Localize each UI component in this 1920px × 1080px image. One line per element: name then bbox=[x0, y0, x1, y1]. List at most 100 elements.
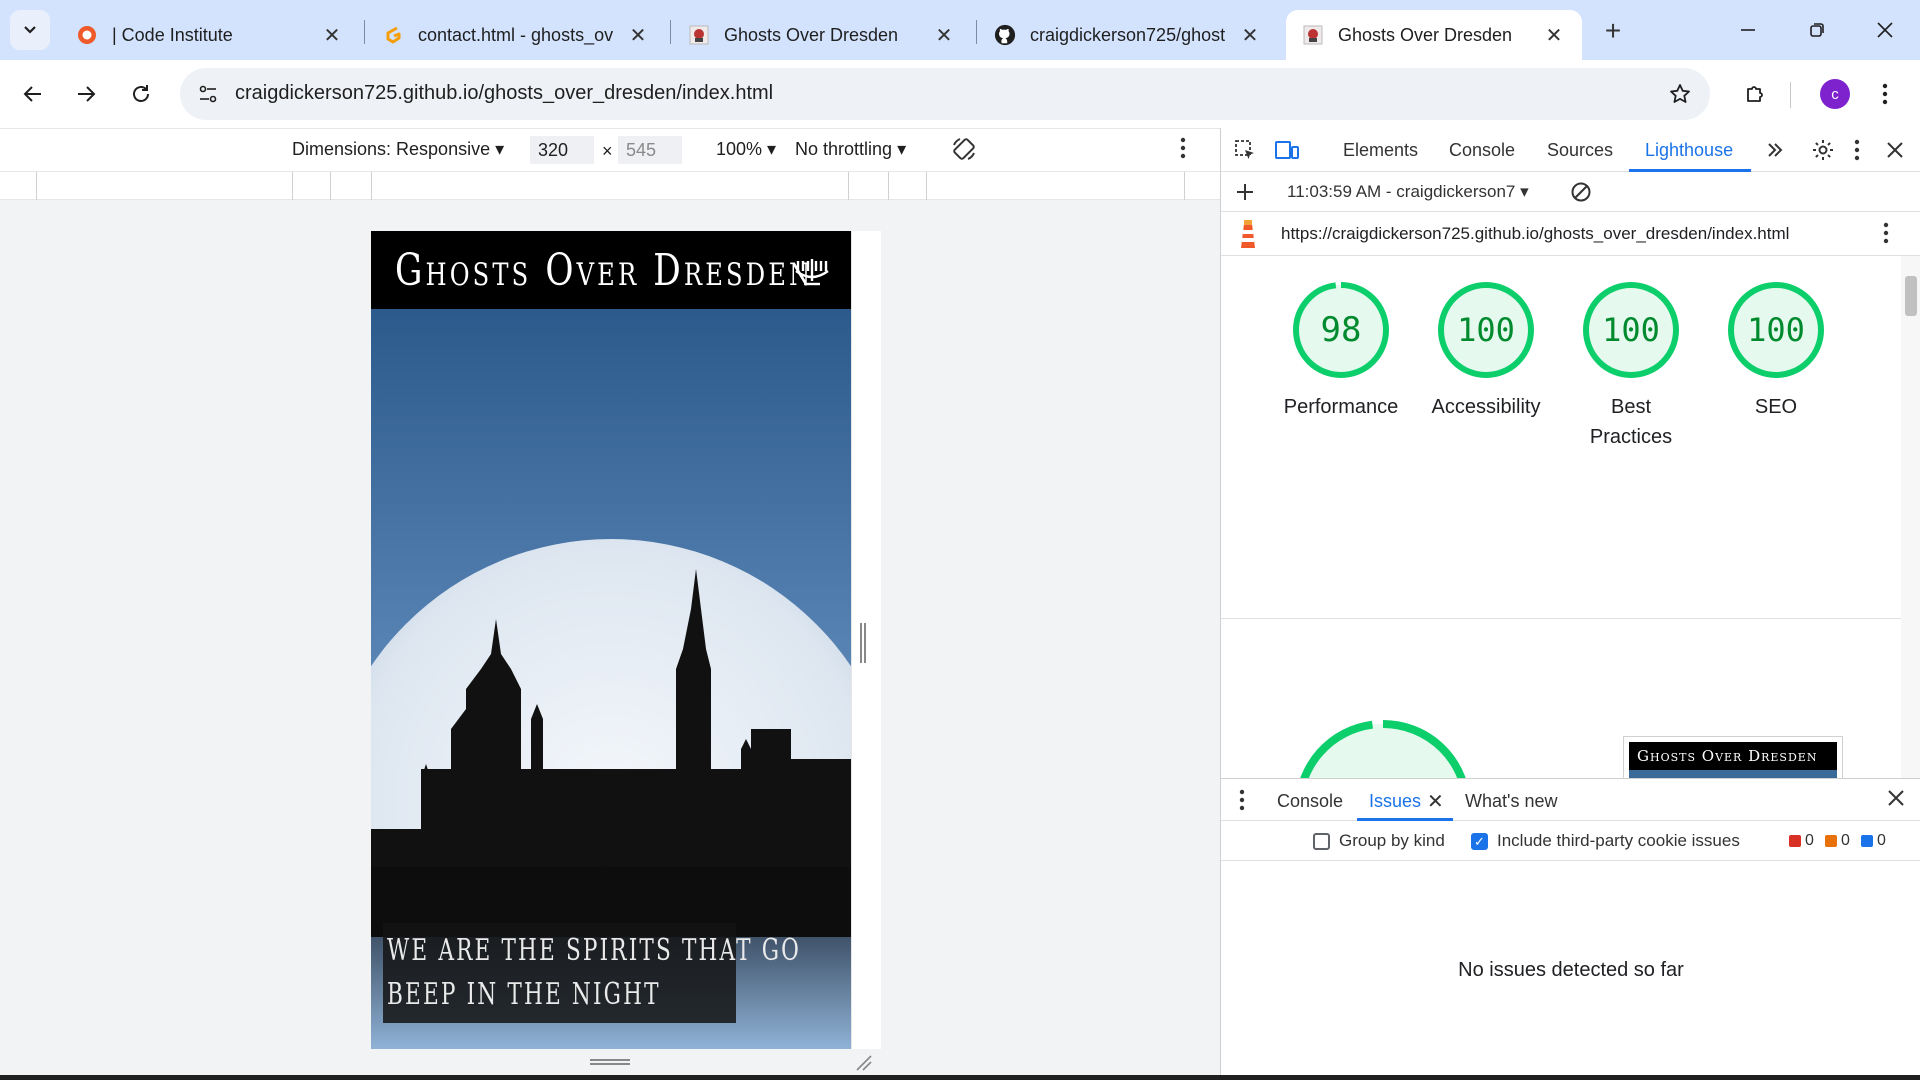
tab-label: craigdickerson725/ghost bbox=[1030, 24, 1226, 45]
score-accessibility: 100 bbox=[1457, 311, 1515, 349]
rotate-icon[interactable] bbox=[950, 135, 978, 168]
devtools-menu-icon[interactable] bbox=[1843, 136, 1871, 164]
clear-reports-icon[interactable] bbox=[1567, 178, 1595, 206]
dimensions-select[interactable]: Dimensions: Responsive ▾ bbox=[292, 139, 504, 160]
ruler-tick bbox=[330, 172, 331, 200]
tab-github-repo[interactable]: craigdickerson725/ghost ✕ bbox=[978, 10, 1278, 60]
restore-icon bbox=[1810, 23, 1824, 37]
group-by-kind-checkbox[interactable] bbox=[1313, 833, 1330, 850]
new-tab-button[interactable]: + bbox=[1596, 14, 1630, 48]
restore-button[interactable] bbox=[1792, 8, 1842, 52]
group-by-kind-label: Group by kind bbox=[1339, 831, 1445, 850]
report-url[interactable]: https://craigdickerson725.github.io/ghos… bbox=[1281, 224, 1789, 244]
gauge-performance[interactable]: 98 Performance bbox=[1271, 280, 1411, 422]
gauge-accessibility[interactable]: 100 Accessibility bbox=[1416, 280, 1556, 422]
report-time: 11:03:59 AM - craigdickerson7 bbox=[1287, 182, 1516, 201]
warning-count[interactable]: 0 bbox=[1825, 832, 1850, 850]
issues-options: Group by kind ✓ Include third-party cook… bbox=[1221, 821, 1920, 861]
new-report-icon[interactable] bbox=[1231, 178, 1259, 206]
width-input[interactable]: 320 bbox=[530, 136, 594, 164]
bookmark-star-icon[interactable] bbox=[1664, 78, 1696, 110]
gauge-seo[interactable]: 100 SEO bbox=[1706, 280, 1846, 422]
tab-elements[interactable]: Elements bbox=[1343, 140, 1418, 161]
browser-menu-button[interactable] bbox=[1870, 74, 1900, 114]
reload-button[interactable] bbox=[121, 74, 161, 114]
inspect-element-icon[interactable] bbox=[1231, 136, 1259, 164]
throttling-select[interactable]: No throttling ▾ bbox=[795, 139, 906, 160]
dimensions-label: Dimensions: Responsive bbox=[292, 139, 491, 159]
arrow-left-icon bbox=[23, 86, 41, 102]
gitpod-icon bbox=[382, 24, 404, 46]
device-toolbar-menu-icon[interactable] bbox=[1180, 137, 1186, 164]
scrollbar-thumb[interactable] bbox=[1905, 276, 1917, 316]
code-institute-icon bbox=[76, 24, 98, 46]
ghost-favicon bbox=[688, 24, 710, 46]
close-icon[interactable]: ✕ bbox=[1236, 21, 1264, 49]
tab-console[interactable]: Console bbox=[1449, 140, 1515, 161]
tab-contact-html[interactable]: contact.html - ghosts_ov ✕ bbox=[366, 10, 666, 60]
settings-gear-icon[interactable] bbox=[1809, 136, 1837, 164]
tab-ghosts-over-dresden-active[interactable]: Ghosts Over Dresden ✕ bbox=[1286, 10, 1582, 60]
hero-caption: We are the spirits that go beep in the n… bbox=[383, 923, 801, 1023]
error-count[interactable]: 0 bbox=[1789, 832, 1814, 850]
close-drawer-icon[interactable] bbox=[1887, 789, 1905, 812]
tab-sources[interactable]: Sources bbox=[1547, 140, 1613, 161]
minimize-button[interactable] bbox=[1723, 8, 1773, 52]
drawer-menu-icon[interactable] bbox=[1239, 789, 1245, 816]
close-icon[interactable]: ✕ bbox=[930, 21, 958, 49]
menorah-icon[interactable] bbox=[793, 257, 831, 292]
devtools-drawer: Console Issues ✕ What's new Group by kin… bbox=[1221, 778, 1920, 1080]
close-icon[interactable]: ✕ bbox=[1540, 21, 1568, 49]
drawer-tab-whats-new[interactable]: What's new bbox=[1465, 791, 1557, 812]
more-tabs-icon[interactable] bbox=[1761, 136, 1789, 164]
thumbnail-title: Ghosts Over Dresden bbox=[1629, 742, 1837, 770]
gauge-best-practices[interactable]: 100 Best Practices bbox=[1561, 280, 1701, 452]
extensions-button[interactable] bbox=[1735, 74, 1775, 114]
score-best-practices: 100 bbox=[1602, 311, 1660, 349]
drawer-tab-issues[interactable]: Issues bbox=[1369, 791, 1421, 812]
emulated-page: Ghosts Over Dresden WE ARE THE SPIRITS T… bbox=[371, 231, 851, 1049]
device-toggle-icon[interactable] bbox=[1273, 136, 1301, 164]
info-count[interactable]: 0 bbox=[1861, 832, 1886, 850]
back-button[interactable] bbox=[13, 74, 53, 114]
close-icon[interactable]: ✕ bbox=[1427, 789, 1444, 814]
label-accessibility: Accessibility bbox=[1431, 396, 1541, 418]
tab-code-institute[interactable]: | Code Institute ✕ bbox=[60, 10, 360, 60]
drawer-tab-console[interactable]: Console bbox=[1277, 791, 1343, 812]
tab-label: Ghosts Over Dresden bbox=[724, 24, 899, 45]
report-menu-icon[interactable] bbox=[1883, 222, 1889, 249]
close-window-button[interactable] bbox=[1860, 8, 1910, 52]
profile-avatar[interactable]: c bbox=[1820, 79, 1850, 109]
address-bar[interactable]: craigdickerson725.github.io/ghosts_over_… bbox=[180, 68, 1710, 120]
height-input[interactable]: 545 bbox=[618, 136, 682, 164]
zoom-select[interactable]: 100% ▾ bbox=[716, 139, 776, 160]
report-selector[interactable]: 11:03:59 AM - craigdickerson7 ▾ bbox=[1287, 182, 1529, 202]
error-icon bbox=[1789, 835, 1801, 847]
devtools-tabbar: Elements Console Sources Lighthouse bbox=[1221, 128, 1920, 172]
close-icon[interactable]: ✕ bbox=[318, 21, 346, 49]
tab-lighthouse[interactable]: Lighthouse bbox=[1645, 140, 1733, 161]
width-resize-handle[interactable] bbox=[860, 623, 866, 663]
forward-button[interactable] bbox=[66, 74, 106, 114]
corner-resize-handle[interactable] bbox=[853, 1052, 873, 1072]
ruler-tick bbox=[371, 172, 372, 200]
arrow-right-icon bbox=[78, 86, 96, 102]
tab-ghosts-over-dresden[interactable]: Ghosts Over Dresden ✕ bbox=[672, 10, 972, 60]
info-icon bbox=[1861, 835, 1873, 847]
label-performance: Performance bbox=[1283, 396, 1399, 418]
tab-strip: | Code Institute ✕ contact.html - ghosts… bbox=[0, 0, 1920, 60]
ruler-tick bbox=[36, 172, 37, 200]
tab-search-button[interactable] bbox=[10, 10, 50, 50]
github-icon bbox=[994, 24, 1016, 46]
site-title[interactable]: Ghosts Over Dresden bbox=[395, 245, 813, 296]
caption-line-1: We are the spirits that go bbox=[387, 933, 801, 968]
close-icon[interactable]: ✕ bbox=[624, 21, 652, 49]
height-resize-handle[interactable] bbox=[590, 1059, 630, 1065]
site-info-icon[interactable] bbox=[194, 80, 222, 108]
score-seo: 100 bbox=[1747, 311, 1805, 349]
close-icon bbox=[1877, 22, 1893, 38]
third-party-checkbox[interactable]: ✓ bbox=[1471, 833, 1488, 850]
label-seo: SEO bbox=[1754, 396, 1798, 418]
close-devtools-icon[interactable] bbox=[1881, 136, 1909, 164]
minimize-icon bbox=[1741, 29, 1755, 31]
